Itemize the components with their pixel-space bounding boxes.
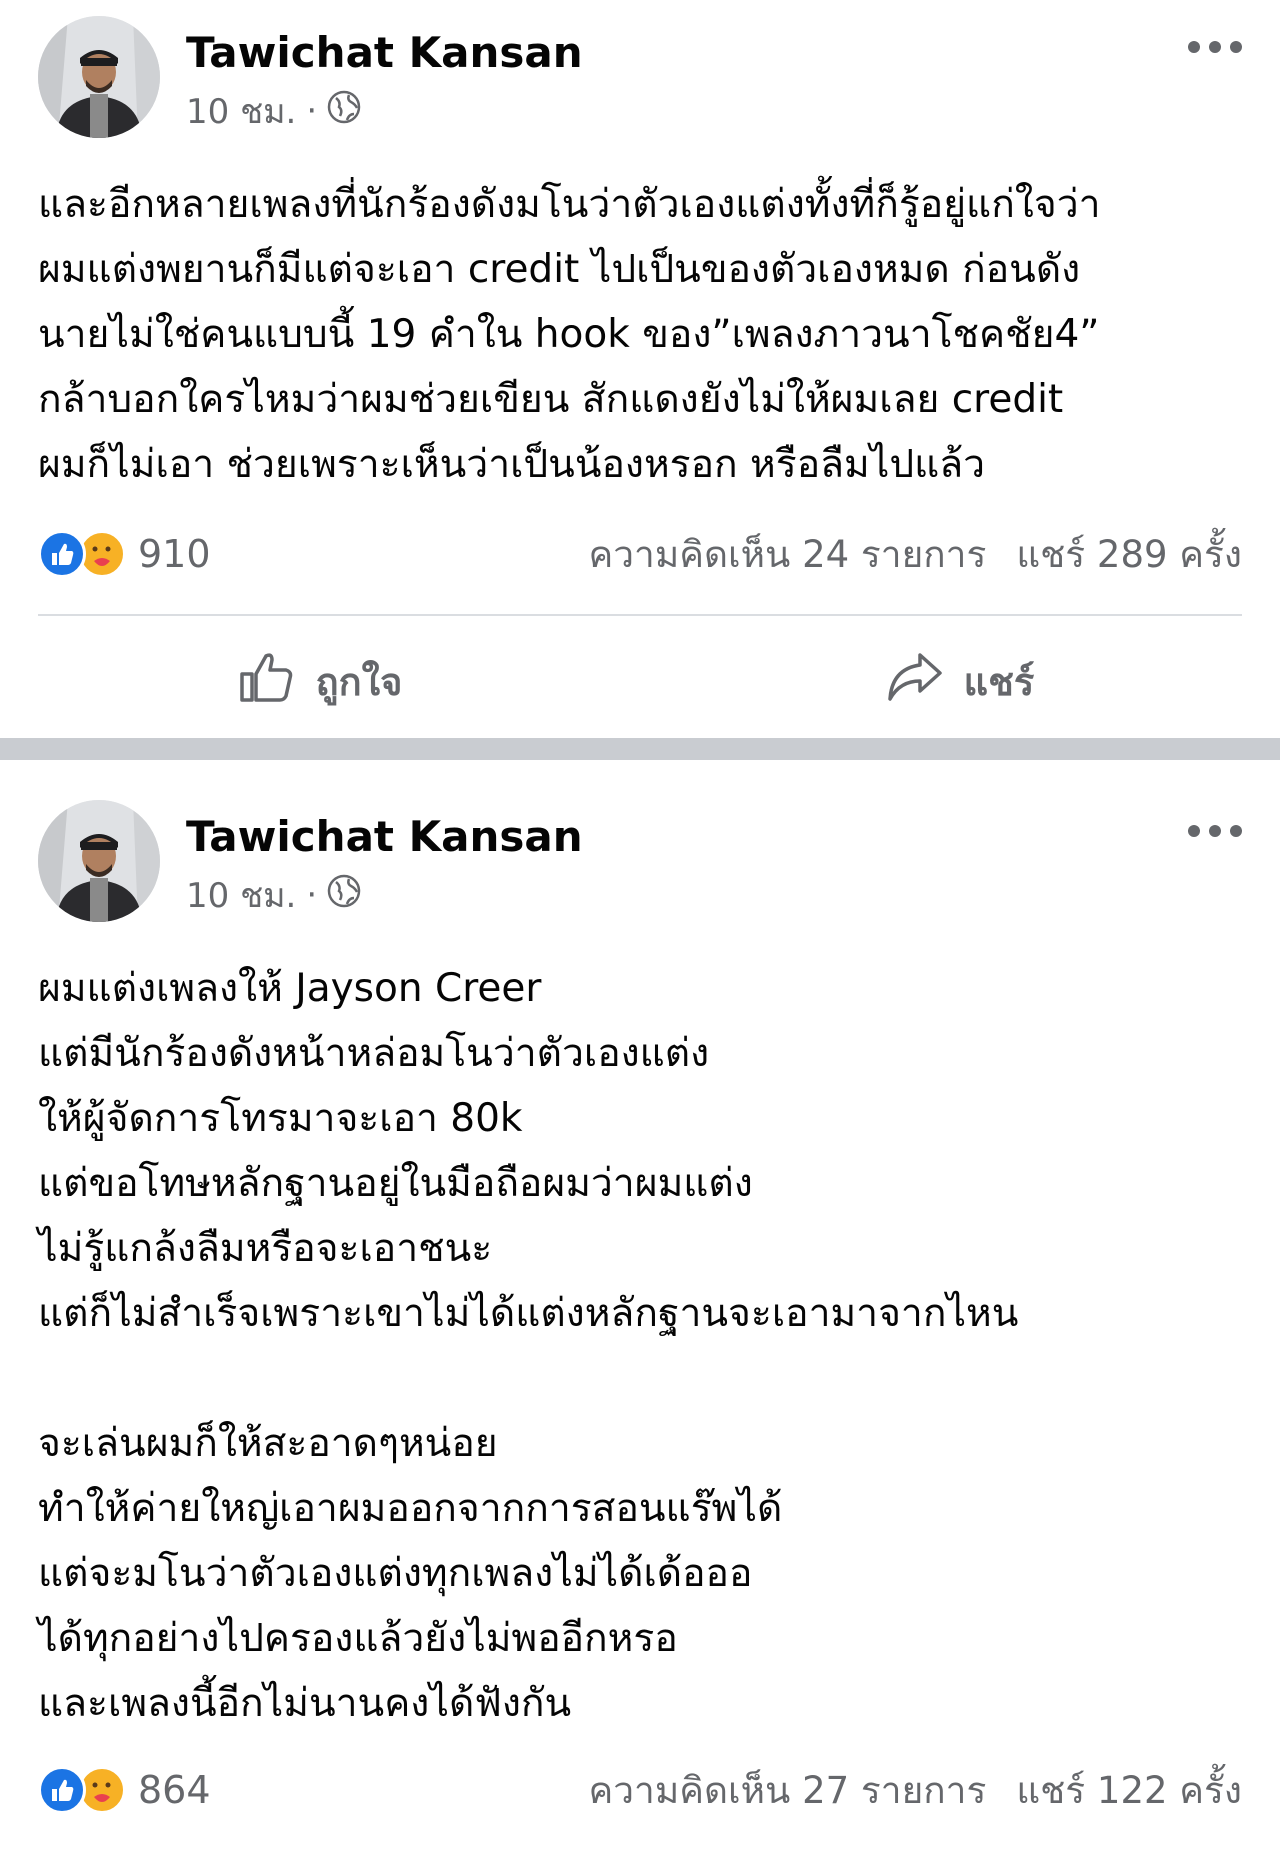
post-text-line: ได้ทุกอย่างไปครองแล้วยังไม่พออีกหรอ [38, 1616, 678, 1661]
globe-icon [327, 90, 361, 133]
post-text-line: ให้ผู้จัดการโทรมาจะเอา 80k [38, 1096, 523, 1141]
meta-separator: · [306, 91, 318, 131]
post-stats: 910 ความคิดเห็น 24 รายการ แชร์ 289 ครั้ง [38, 526, 1242, 582]
post-card: Tawichat Kansan 10 ชม. · ผมแต่งเพลงให้ J… [0, 760, 1280, 1850]
reaction-count: 864 [138, 1768, 211, 1812]
post-actions: ถูกใจ แชร์ [0, 636, 1280, 726]
post-text: และอีกหลายเพลงที่นักร้องดังมโนว่าตัวเองแ… [38, 172, 1250, 497]
share-button[interactable]: แชร์ [640, 636, 1280, 726]
post-text-line: แต่จะมโนว่าตัวเองแต่งทุกเพลงไม่ได้เด้อออ [38, 1551, 753, 1596]
share-arrow-icon [886, 651, 944, 712]
globe-icon [327, 874, 361, 917]
post-stats: 864 ความคิดเห็น 27 รายการ แชร์ 122 ครั้ง [38, 1762, 1242, 1818]
avatar[interactable] [38, 16, 160, 138]
post-text-line: กล้าบอกใครไหมว่าผมช่วยเขียน สักแดงยังไม่… [38, 377, 1064, 422]
post-text-line: และอีกหลายเพลงที่นักร้องดังมโนว่าตัวเองแ… [38, 182, 1101, 227]
share-label: แชร์ [963, 659, 1035, 704]
more-options-icon[interactable] [1188, 822, 1242, 840]
divider [38, 614, 1242, 616]
share-count[interactable]: แชร์ 289 ครั้ง [1016, 525, 1242, 584]
like-reaction-icon [38, 1766, 86, 1814]
post-meta: 10 ชม. · [186, 84, 361, 138]
share-count[interactable]: แชร์ 122 ครั้ง [1016, 1761, 1242, 1820]
post-time[interactable]: 10 ชม. [186, 868, 296, 922]
feed-separator [0, 738, 1280, 760]
post-text-line [38, 1346, 1250, 1411]
thumbs-up-icon [238, 650, 296, 713]
post-text-line: ผมแต่งพยานก็มีแต่จะเอา credit ไปเป็นของต… [38, 247, 1081, 292]
comment-count[interactable]: ความคิดเห็น 27 รายการ [589, 1761, 987, 1820]
post-text-line: และเพลงนี้อีกไม่นานคงได้ฟังกัน [38, 1681, 572, 1726]
post-card: Tawichat Kansan 10 ชม. · และอีกหลายเพลงท… [0, 0, 1280, 738]
reactions-summary[interactable]: 864 [38, 1766, 211, 1814]
more-options-icon[interactable] [1188, 38, 1242, 56]
like-reaction-icon [38, 530, 86, 578]
post-text-line: แต่มีนักร้องดังหน้าหล่อมโนว่าตัวเองแต่ง [38, 1031, 710, 1076]
post-text-line: ไม่รู้แกล้งลืมหรือจะเอาชนะ [38, 1226, 493, 1271]
post-text-line: จะเล่นผมก็ให้สะอาดๆหน่อย [38, 1421, 498, 1466]
post-time[interactable]: 10 ชม. [186, 84, 296, 138]
comment-count[interactable]: ความคิดเห็น 24 รายการ [589, 525, 987, 584]
like-button[interactable]: ถูกใจ [0, 636, 640, 726]
reactions-summary[interactable]: 910 [38, 530, 211, 578]
post-text: ผมแต่งเพลงให้ Jayson Creer แต่มีนักร้องด… [38, 956, 1250, 1736]
post-text-line: ผมก็ไม่เอา ช่วยเพราะเห็นว่าเป็นน้องหรอก … [38, 442, 986, 487]
author-name[interactable]: Tawichat Kansan [186, 812, 583, 861]
post-meta: 10 ชม. · [186, 868, 361, 922]
post-text-line: นายไม่ใช่คนแบบนี้ 19 คำใน hook ของ”เพลงภ… [38, 312, 1100, 357]
like-label: ถูกใจ [315, 659, 403, 704]
post-text-line: ผมแต่งเพลงให้ Jayson Creer [38, 966, 542, 1011]
avatar[interactable] [38, 800, 160, 922]
meta-separator: · [306, 875, 318, 915]
post-text-line: ทำให้ค่ายใหญ่เอาผมออกจากการสอนแร๊พได้ [38, 1486, 783, 1531]
post-text-line: แต่ขอโทษหลักฐานอยู่ในมือถือผมว่าผมแต่ง [38, 1161, 753, 1206]
post-text-line: แต่ก็ไม่สำเร็จเพราะเขาไม่ได้แต่งหลักฐานจ… [38, 1291, 1019, 1336]
reaction-count: 910 [138, 532, 211, 576]
author-name[interactable]: Tawichat Kansan [186, 28, 583, 77]
